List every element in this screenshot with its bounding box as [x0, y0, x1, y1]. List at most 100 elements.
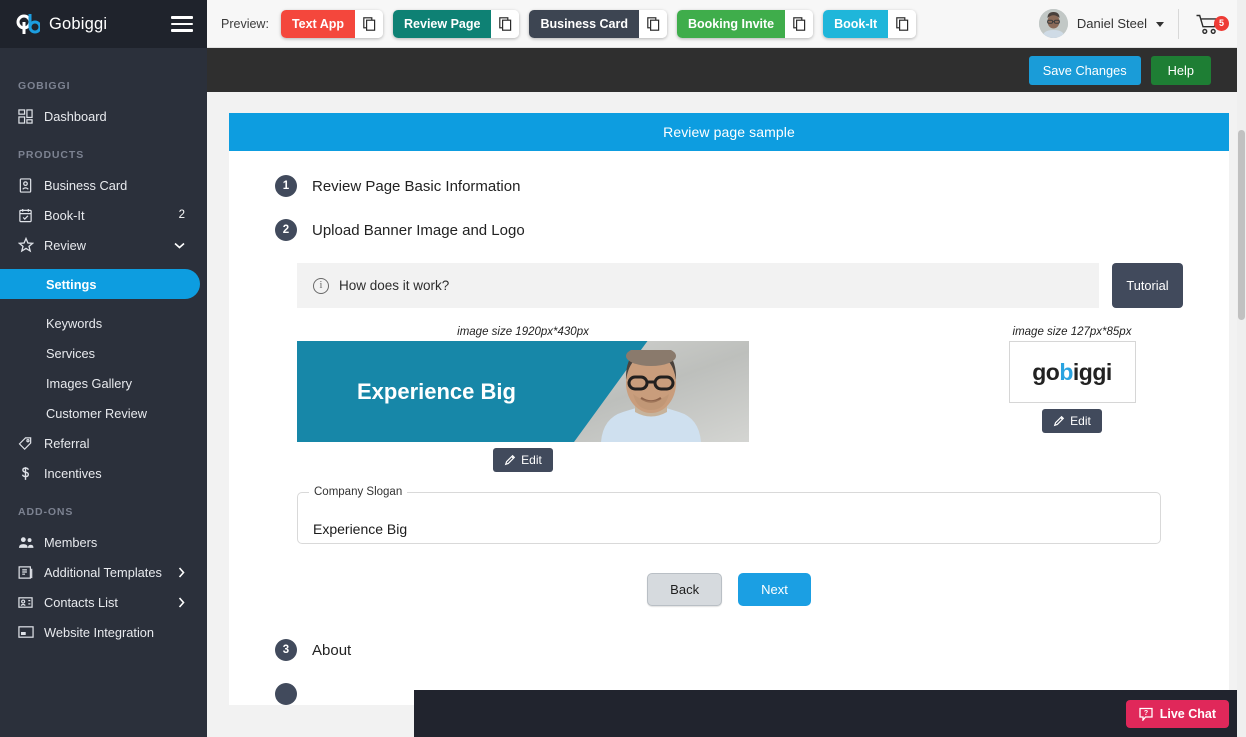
back-button[interactable]: Back: [647, 573, 723, 606]
preview-button-text-app[interactable]: Text App: [280, 9, 356, 38]
sidebar-item-customer-review[interactable]: Customer Review: [0, 398, 207, 428]
preview-label: Preview:: [221, 16, 269, 31]
step-title: Upload Banner Image and Logo: [312, 221, 525, 239]
chevron-right-icon[interactable]: [178, 566, 207, 578]
sidebar-item-website-integration[interactable]: Website Integration: [0, 617, 207, 647]
banner-image[interactable]: Experience Big: [297, 341, 749, 442]
step-1[interactable]: 1 Review Page Basic Information: [275, 175, 1183, 197]
sidebar-item-label: Dashboard: [44, 108, 107, 124]
copy-icon[interactable]: [888, 9, 917, 38]
next-button[interactable]: Next: [738, 573, 811, 606]
preview-button-booking-invite[interactable]: Booking Invite: [677, 9, 786, 38]
sidebar-item-services[interactable]: Services: [0, 338, 207, 368]
content-canvas: Review page sample 1 Review Page Basic I…: [207, 92, 1246, 737]
chevron-down-icon[interactable]: [174, 242, 207, 249]
sidebar-subitem-label: Images Gallery: [46, 375, 133, 391]
sidebar-subitem-label: Services: [46, 345, 96, 361]
preview-group-book-it: Book-It: [823, 9, 917, 38]
sidebar-item-keywords[interactable]: Keywords: [0, 308, 207, 338]
live-chat-button[interactable]: ? Live Chat: [1125, 699, 1229, 728]
sidebar-nav: GOBIGGI Dashboard PRODUCTS Business Card…: [0, 48, 207, 737]
brand-left: Gobiggi: [14, 13, 107, 35]
step-2[interactable]: 2 Upload Banner Image and Logo: [275, 219, 1183, 241]
preview-button-business-card[interactable]: Business Card: [529, 9, 639, 38]
logo-text-highlight: b: [1059, 358, 1073, 385]
calendar-check-icon: [18, 208, 44, 223]
sidebar: Gobiggi GOBIGGI Dashboard PRODUCTS Busin…: [0, 0, 207, 737]
sidebar-item-settings[interactable]: Settings: [0, 269, 200, 299]
cart-button[interactable]: 5: [1179, 12, 1235, 36]
bottom-bar: ? Live Chat: [414, 690, 1246, 737]
pencil-icon: [504, 454, 516, 466]
banner-headline: Experience Big: [357, 378, 516, 404]
main-region: Preview: Text App Review Page Business C…: [207, 0, 1246, 737]
dollar-icon: [18, 466, 44, 481]
app-root: Gobiggi GOBIGGI Dashboard PRODUCTS Busin…: [0, 0, 1246, 737]
user-menu[interactable]: Daniel Steel: [1038, 9, 1178, 38]
sidebar-item-label: Incentives: [44, 465, 102, 481]
tutorial-button[interactable]: Tutorial: [1112, 263, 1183, 308]
topbar: Preview: Text App Review Page Business C…: [207, 0, 1246, 48]
logo-edit-row: Edit: [983, 409, 1161, 433]
sidebar-item-additional-templates[interactable]: Additional Templates: [0, 557, 207, 587]
sidebar-item-members[interactable]: Members: [0, 527, 207, 557]
preview-button-book-it[interactable]: Book-It: [823, 9, 889, 38]
logo-text-part1: go: [1032, 358, 1060, 385]
copy-icon[interactable]: [355, 9, 384, 38]
card-header-title: Review page sample: [229, 113, 1229, 151]
logo-image[interactable]: gobiggi: [1008, 341, 1136, 403]
sidebar-item-contacts-list[interactable]: Contacts List: [0, 587, 207, 617]
sidebar-item-review[interactable]: Review: [0, 230, 207, 260]
how-it-works-text: How does it work?: [339, 278, 450, 293]
help-button[interactable]: Help: [1150, 55, 1211, 85]
scrollbar-thumb[interactable]: [1238, 130, 1245, 320]
how-it-works-box[interactable]: i How does it work?: [297, 263, 1099, 308]
hamburger-icon[interactable]: [171, 16, 193, 32]
preview-button-review-page[interactable]: Review Page: [393, 9, 492, 38]
banner-edit-button[interactable]: Edit: [493, 448, 553, 472]
chat-question-icon: ?: [1139, 707, 1153, 721]
logo-edit-label: Edit: [1070, 414, 1091, 428]
chevron-right-icon[interactable]: [178, 596, 207, 608]
sidebar-badge-book-it: 2: [178, 209, 185, 221]
logo-size-caption: image size 127px*85px: [1012, 326, 1132, 338]
copy-icon[interactable]: [491, 9, 520, 38]
page-scrollbar[interactable]: [1237, 0, 1246, 737]
logo-column: image size 127px*85px gobiggi Edit: [983, 326, 1183, 433]
save-changes-button[interactable]: Save Changes: [1028, 55, 1141, 85]
company-slogan-field[interactable]: Company Slogan Experience Big: [297, 486, 1161, 544]
dashboard-grid-icon: [18, 108, 44, 124]
sidebar-item-images-gallery[interactable]: Images Gallery: [0, 368, 207, 398]
user-name: Daniel Steel: [1076, 16, 1147, 31]
sidebar-item-dashboard[interactable]: Dashboard: [0, 101, 207, 131]
company-slogan-value[interactable]: Experience Big: [312, 512, 1146, 537]
logo-edit-button[interactable]: Edit: [1042, 409, 1102, 433]
sidebar-item-incentives[interactable]: Incentives: [0, 458, 207, 488]
wizard-nav-buttons: Back Next: [275, 573, 1183, 606]
card-body: 1 Review Page Basic Information 2 Upload…: [229, 151, 1229, 705]
browser-window-icon: [18, 625, 44, 639]
step-number: 3: [275, 639, 297, 661]
topbar-right: Daniel Steel 5: [1038, 0, 1235, 48]
id-card-icon: [18, 177, 44, 193]
chevron-down-icon: [1156, 22, 1164, 27]
preview-group-text-app: Text App: [280, 9, 384, 38]
live-chat-label: Live Chat: [1159, 706, 1216, 721]
logo-text-part2: iggi: [1072, 358, 1112, 385]
media-row: image size 1920px*430px Experience Big E…: [297, 326, 1183, 472]
sidebar-item-business-card[interactable]: Business Card: [0, 170, 207, 200]
users-icon: [18, 535, 44, 550]
copy-icon[interactable]: [785, 9, 814, 38]
sidebar-section-products: PRODUCTS: [18, 149, 85, 161]
step-title: About: [312, 641, 352, 659]
copy-icon[interactable]: [639, 9, 667, 38]
how-it-works-row: i How does it work? Tutorial: [297, 263, 1183, 308]
step-3[interactable]: 3 About: [275, 639, 1183, 661]
sidebar-item-label: Referral: [44, 435, 90, 451]
sidebar-item-referral[interactable]: Referral: [0, 428, 207, 458]
tag-icon: [18, 436, 44, 451]
sidebar-item-book-it[interactable]: Book-It 2: [0, 200, 207, 230]
sidebar-item-label: Members: [44, 534, 98, 550]
info-icon: i: [313, 277, 329, 294]
